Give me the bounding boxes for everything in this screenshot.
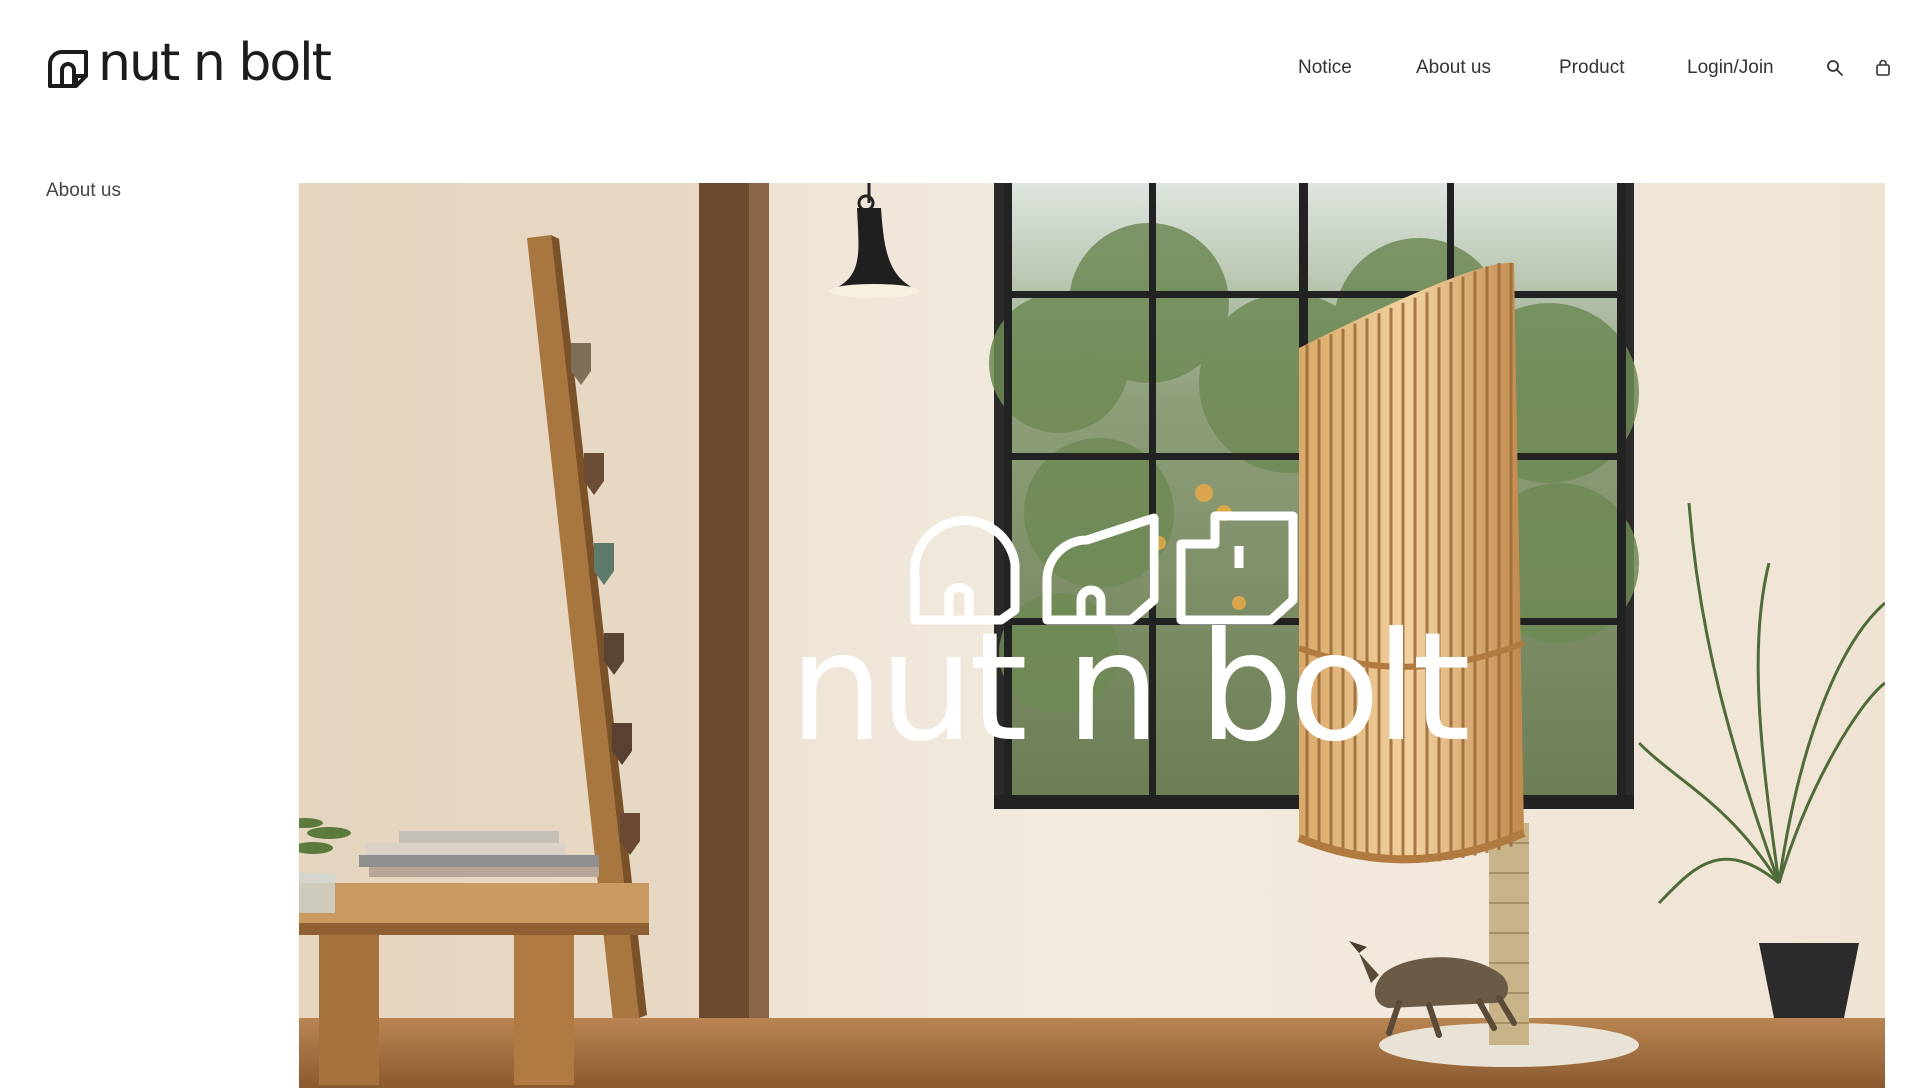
main-nav: Notice About us Product Login/Join (0, 54, 1920, 84)
nav-notice[interactable]: Notice (1298, 54, 1352, 82)
hero-image: nut n bolt (299, 183, 1885, 1088)
search-icon[interactable] (1826, 59, 1844, 77)
nav-login-join[interactable]: Login/Join (1687, 54, 1774, 82)
shopping-bag-icon[interactable] (1874, 59, 1892, 77)
site-header: nut n bolt Notice About us Product Login… (0, 0, 1920, 130)
section-label-about-us: About us (46, 180, 121, 201)
hero-photo (299, 183, 1885, 1088)
nav-product[interactable]: Product (1559, 54, 1624, 82)
nav-about-us[interactable]: About us (1416, 54, 1491, 82)
